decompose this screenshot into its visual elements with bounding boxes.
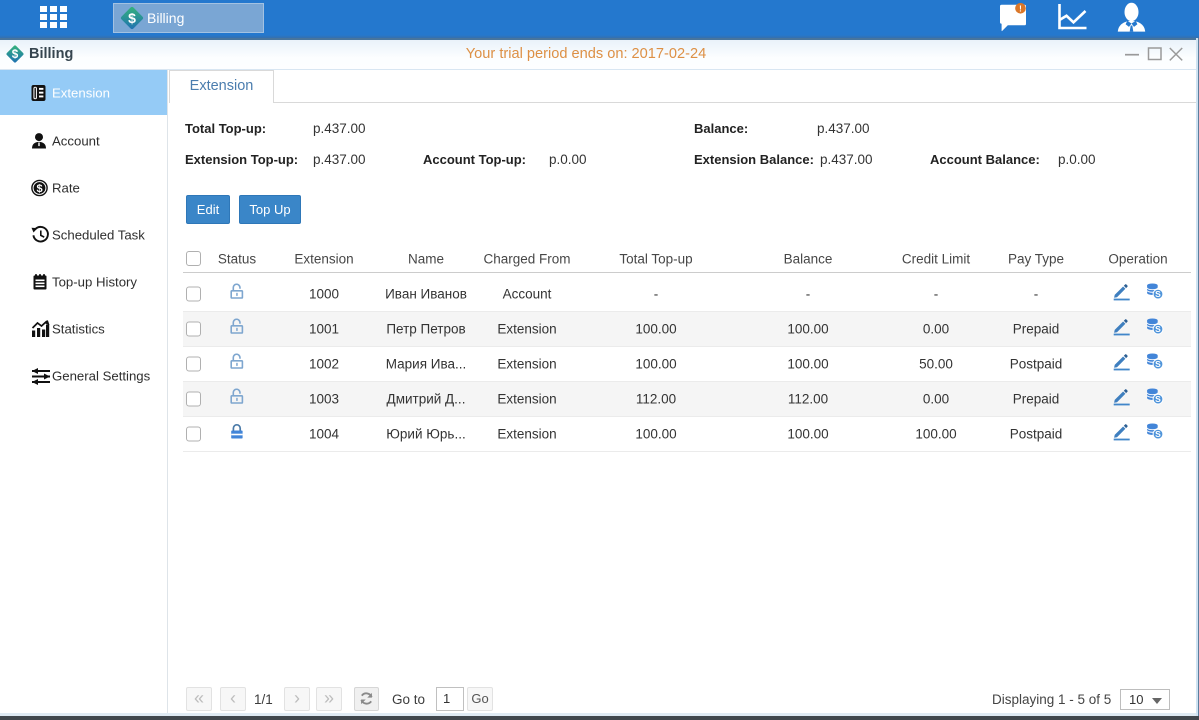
- svg-text:S: S: [1155, 429, 1161, 439]
- svg-text:S: S: [1155, 394, 1161, 404]
- svg-text:$: $: [128, 10, 136, 26]
- svg-text:S: S: [1155, 359, 1161, 369]
- svg-text:$: $: [36, 183, 42, 195]
- svg-text:!: !: [1019, 4, 1022, 13]
- svg-text:$: $: [12, 48, 19, 61]
- svg-text:S: S: [1155, 289, 1161, 299]
- svg-text:S: S: [1155, 324, 1161, 334]
